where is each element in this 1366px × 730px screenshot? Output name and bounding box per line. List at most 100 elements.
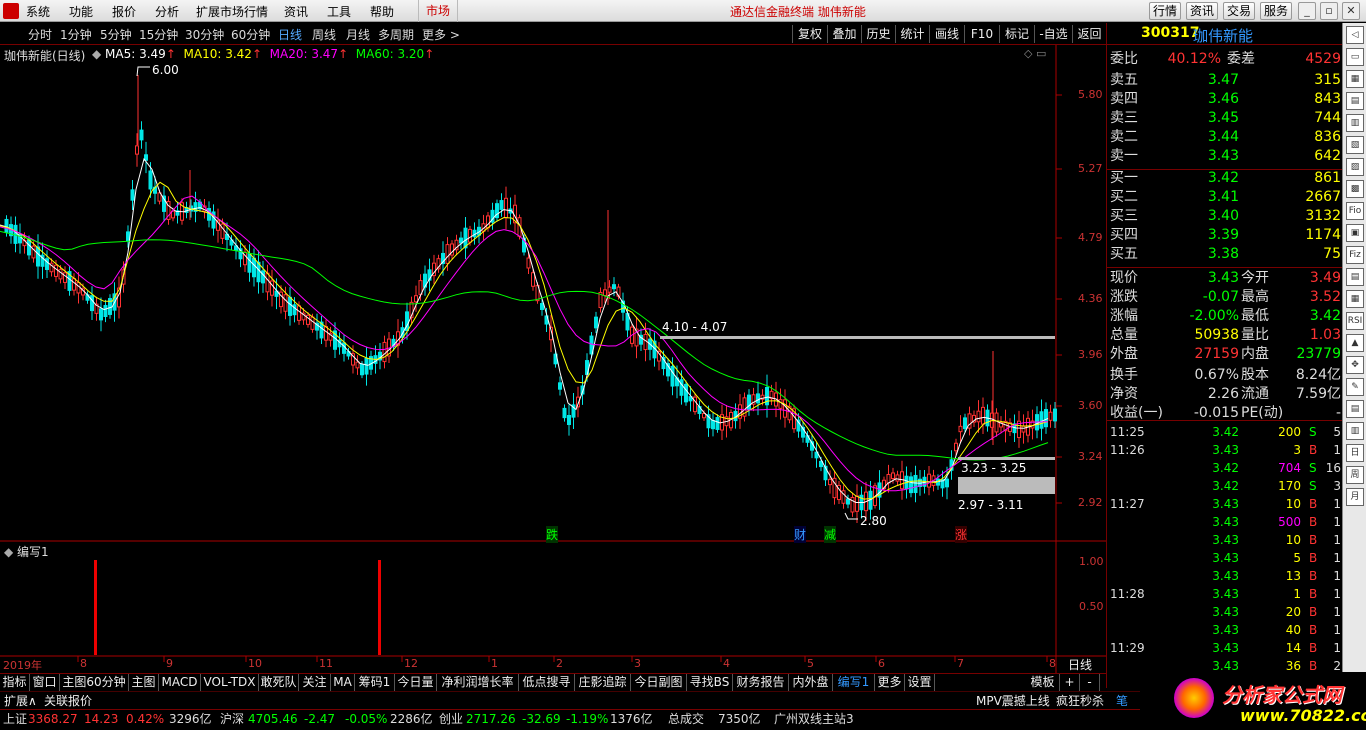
- tab-7[interactable]: 关注: [299, 674, 331, 691]
- tab-9[interactable]: 筹码1: [355, 674, 395, 691]
- index-hs-name[interactable]: 沪深: [220, 710, 244, 729]
- chart-options-icon[interactable]: ◇ ▭: [1024, 47, 1046, 60]
- menu-system[interactable]: 系统: [26, 3, 50, 20]
- kline-chart[interactable]: 珈伟新能(日线) ◆ MA5: 3.49↑ MA10: 3.42↑ MA20: …: [0, 45, 1106, 673]
- add-tab[interactable]: +: [1060, 674, 1080, 691]
- period-multi[interactable]: 多周期: [378, 26, 414, 43]
- mpv-link[interactable]: MPV震撼上线: [976, 692, 1050, 709]
- tab-0[interactable]: 指标: [0, 674, 30, 691]
- mark-button[interactable]: 标记: [999, 25, 1034, 43]
- close-icon[interactable]: ✕: [1342, 2, 1360, 20]
- tool-icon-4[interactable]: ▥: [1346, 114, 1364, 132]
- menu-help[interactable]: 帮助: [370, 3, 394, 20]
- tab-13[interactable]: 庄影追踪: [575, 674, 631, 691]
- marker-fall[interactable]: 跌: [546, 526, 559, 543]
- marker-rise[interactable]: 涨: [955, 526, 968, 543]
- period-1min[interactable]: 1分钟: [60, 26, 92, 43]
- overlay-button[interactable]: 叠加: [827, 25, 861, 43]
- tab-19[interactable]: 更多: [875, 674, 905, 691]
- tab-17[interactable]: 内外盘: [789, 674, 833, 691]
- tool-icon-8[interactable]: Fio: [1346, 202, 1364, 220]
- kline-svg[interactable]: [0, 45, 1106, 673]
- period-5min[interactable]: 5分钟: [100, 26, 132, 43]
- f10-button[interactable]: F10: [964, 25, 999, 43]
- tool-icon-13[interactable]: RSI: [1346, 312, 1364, 330]
- tool-icon-6[interactable]: ▨: [1346, 158, 1364, 176]
- tab-4[interactable]: MACD: [159, 674, 201, 691]
- service-button[interactable]: 服务: [1260, 2, 1292, 20]
- period-30min[interactable]: 30分钟: [185, 26, 224, 43]
- stats-button[interactable]: 统计: [895, 25, 929, 43]
- tool-icon-10[interactable]: Fiz: [1346, 246, 1364, 264]
- period-15min[interactable]: 15分钟: [139, 26, 178, 43]
- tab-16[interactable]: 财务报告: [733, 674, 789, 691]
- tool-icon-18[interactable]: ▥: [1346, 422, 1364, 440]
- adjust-button[interactable]: 复权: [792, 25, 827, 43]
- tool-icon-19[interactable]: 日: [1346, 444, 1364, 462]
- tool-icon-11[interactable]: ▤: [1346, 268, 1364, 286]
- flash-sale-link[interactable]: 疯狂秒杀: [1056, 692, 1104, 709]
- remove-tab[interactable]: -: [1080, 674, 1100, 691]
- trade-button[interactable]: 交易: [1223, 2, 1255, 20]
- tab-15[interactable]: 寻找BS: [687, 674, 733, 691]
- tab-8[interactable]: MA: [331, 674, 355, 691]
- tool-icon-1[interactable]: ▭: [1346, 48, 1364, 66]
- quote-button[interactable]: 行情: [1149, 2, 1181, 20]
- tab-2[interactable]: 主图60分钟: [60, 674, 129, 691]
- tab-1[interactable]: 窗口: [30, 674, 60, 691]
- menu-analysis[interactable]: 分析: [155, 3, 179, 20]
- tab-14[interactable]: 今日副图: [631, 674, 687, 691]
- watchlist-button[interactable]: -自选: [1034, 25, 1072, 43]
- collapse-icon[interactable]: ◆: [92, 47, 105, 61]
- tool-icon-5[interactable]: ▧: [1346, 136, 1364, 154]
- tool-icon-16[interactable]: ✎: [1346, 378, 1364, 396]
- index-cy-name[interactable]: 创业: [439, 710, 463, 729]
- tool-icon-17[interactable]: ▤: [1346, 400, 1364, 418]
- period-60min[interactable]: 60分钟: [231, 26, 270, 43]
- maximize-icon[interactable]: ▫: [1320, 2, 1338, 20]
- tab-11[interactable]: 净利润增长率: [437, 674, 519, 691]
- server-station[interactable]: 广州双线主站3: [774, 710, 854, 729]
- history-button[interactable]: 历史: [861, 25, 895, 43]
- tool-icon-12[interactable]: ▦: [1346, 290, 1364, 308]
- tab-18[interactable]: 编写1: [833, 674, 875, 691]
- index-sh-name[interactable]: 上证: [3, 710, 27, 729]
- minimize-icon[interactable]: _: [1298, 2, 1316, 20]
- tab-6[interactable]: 敢死队: [259, 674, 299, 691]
- tool-icon-7[interactable]: ▩: [1346, 180, 1364, 198]
- tab-12[interactable]: 低点搜寻: [519, 674, 575, 691]
- tick-by-tick-tab[interactable]: 笔: [1116, 692, 1128, 709]
- period-weekly[interactable]: 周线: [312, 26, 336, 43]
- tool-icon-21[interactable]: 月: [1346, 488, 1364, 506]
- tool-icon-14[interactable]: ▲: [1346, 334, 1364, 352]
- tool-icon-0[interactable]: ◁: [1346, 26, 1364, 44]
- menu-function[interactable]: 功能: [69, 3, 93, 20]
- tab-5[interactable]: VOL-TDX: [201, 674, 259, 691]
- menu-quote[interactable]: 报价: [112, 3, 136, 20]
- tool-icon-15[interactable]: ✥: [1346, 356, 1364, 374]
- period-monthly[interactable]: 月线: [346, 26, 370, 43]
- period-more[interactable]: 更多 >: [422, 26, 460, 43]
- tab-20[interactable]: 设置: [905, 674, 935, 691]
- menu-tools[interactable]: 工具: [327, 3, 351, 20]
- menu-news[interactable]: 资讯: [284, 3, 308, 20]
- draw-button[interactable]: 画线: [929, 25, 964, 43]
- tool-icon-20[interactable]: 周: [1346, 466, 1364, 484]
- related-quote[interactable]: 关联报价: [44, 692, 92, 709]
- news-button[interactable]: 资讯: [1186, 2, 1218, 20]
- menu-ext-market[interactable]: 扩展市场行情: [196, 3, 268, 20]
- back-button[interactable]: 返回: [1072, 25, 1106, 43]
- tool-icon-2[interactable]: ▦: [1346, 70, 1364, 88]
- extend-toggle[interactable]: 扩展∧: [4, 692, 37, 709]
- tab-10[interactable]: 今日量: [395, 674, 437, 691]
- period-daily[interactable]: 日线: [278, 26, 302, 43]
- tool-icon-9[interactable]: ▣: [1346, 224, 1364, 242]
- template-tab[interactable]: 模板: [1026, 674, 1060, 691]
- period-intraday[interactable]: 分时: [28, 26, 52, 43]
- marker-reduce[interactable]: 减: [824, 526, 837, 543]
- tab-3[interactable]: 主图: [129, 674, 159, 691]
- tool-icon-3[interactable]: ▤: [1346, 92, 1364, 110]
- collapse-icon[interactable]: ◆: [4, 545, 17, 559]
- market-tab[interactable]: 市场: [418, 0, 458, 22]
- marker-finance[interactable]: 财: [794, 526, 807, 543]
